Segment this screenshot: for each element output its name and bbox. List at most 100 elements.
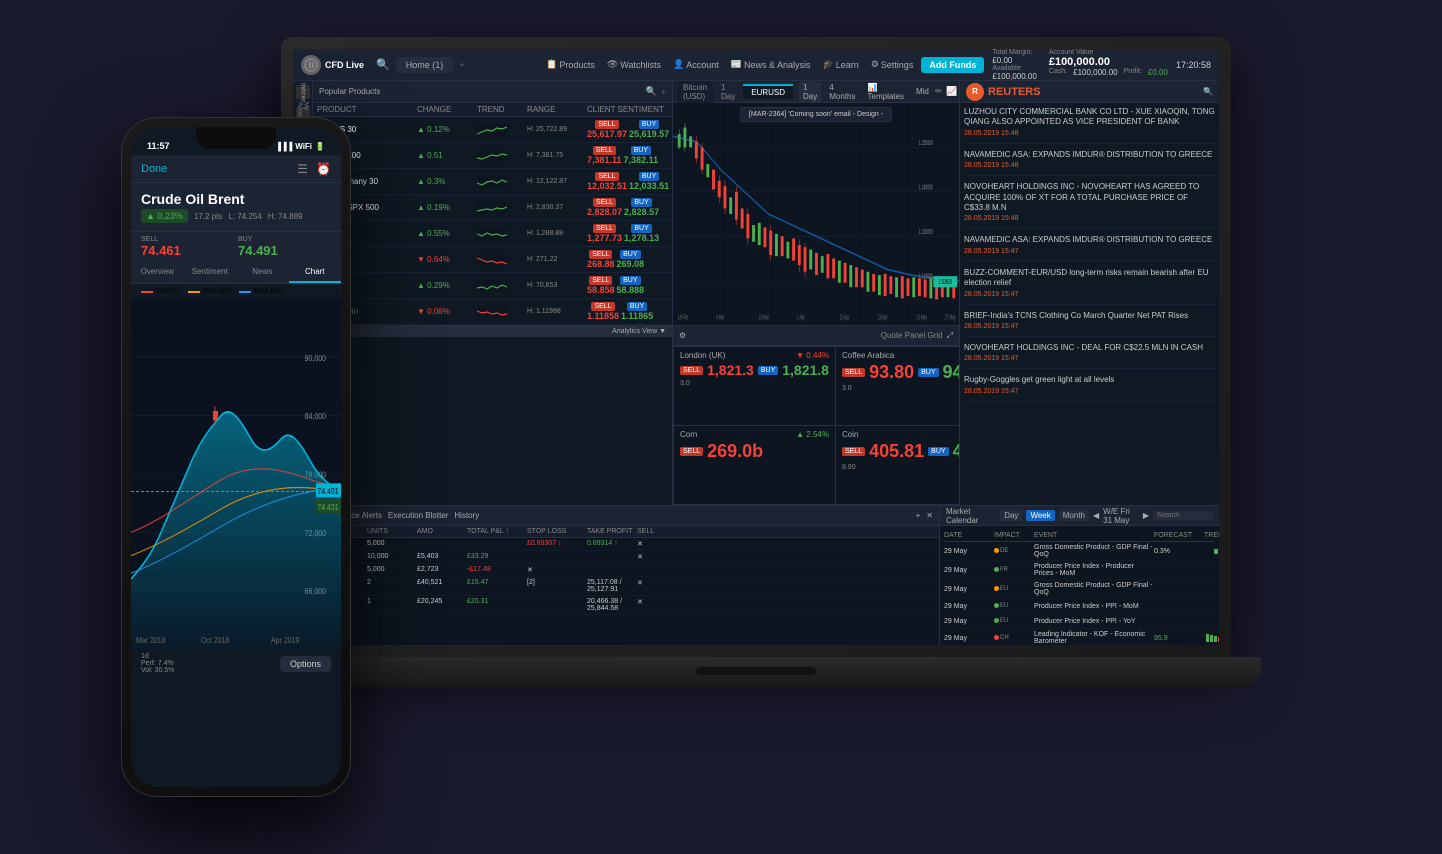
oil-sell-btn[interactable]: SELL [589,276,612,285]
orders-add-icon[interactable]: + [916,511,921,520]
product-row-spx500[interactable]: US SPX 500 ▲ 0.19% H: 2,830.37 SELL [313,195,672,221]
product-row-germany30[interactable]: Germany 30 ▲ 0.3% H: 12,122.87 SELL [313,169,672,195]
mid-btn[interactable]: Mid [912,86,933,97]
london-buy-btn[interactable]: BUY [758,366,778,375]
add-funds-button[interactable]: Add Funds [921,57,984,73]
us30-buy-btn[interactable]: BUY [639,120,659,129]
quote-cell-corn[interactable]: Corn ▲ 2.54% SELL 269.0b [674,426,835,504]
phone-list-icon[interactable]: ☰ [297,162,308,176]
uk100-buy-btn[interactable]: BUY [631,146,651,155]
order-row-2[interactable]: 17 M... B 10,000 £5,403 £33.29 ✕ [293,551,939,564]
gold-sell-btn[interactable]: SELL [593,224,616,233]
week-btn[interactable]: Week [1026,510,1054,521]
bitcoin-tab[interactable]: Bitcoin (USD) [677,81,713,103]
spx500-tab[interactable]: 1 Day [715,81,741,103]
phone-options-btn[interactable]: Options [280,656,331,672]
timeframe-1d[interactable]: 1 Day [799,82,821,102]
bitcoin-sell-btn[interactable]: SELL [591,302,614,311]
product-row-6[interactable]: Silver ▼ 0.64% H: 271.22 SELL 268.88 [313,247,672,273]
product-row-us30[interactable]: US 30 ▲ 0.12% H: 25,722.89 SELL [313,117,672,143]
nav-account[interactable]: 👤 Account [673,59,719,70]
nav-watchlists[interactable]: 👁 Watchlists [607,59,661,70]
news-item-3[interactable]: NOVOHEART HOLDINGS INC - NOVOHEART HAS A… [964,182,1215,229]
calendar-next[interactable]: ▶ [1143,511,1149,520]
news-item-5[interactable]: BUZZ-COMMENT-EUR/USD long-term risks rem… [964,268,1215,305]
spx500-buy-btn[interactable]: BUY [631,198,651,207]
draw-icon[interactable]: ✏ [935,86,943,97]
quote-grid-controls[interactable]: ⚙ [679,331,686,340]
coin-buy-btn[interactable]: BUY [928,447,948,456]
phone-tab-sentiment[interactable]: Sentiment [184,262,237,283]
news-item-8[interactable]: Rugby-Goggles get green light at all lev… [964,375,1215,401]
search-icon[interactable]: 🔍 [376,58,390,71]
history-tab[interactable]: History [454,511,479,520]
product-row-5[interactable]: Gold ▲ 0.55% H: 1,288.88 SELL [313,221,672,247]
corn-sell-btn[interactable]: SELL [680,447,703,456]
silver-buy-btn[interactable]: BUY [620,250,640,259]
quote-cell-coffee-arabica[interactable]: Coffee Arabica ▲ 3.33% SELL 93.80 BUY 94… [836,347,959,425]
oil-buy-btn[interactable]: BUY [620,276,640,285]
templates-btn[interactable]: 📊 Templates [864,82,908,102]
quote-cell-london[interactable]: London (UK) ▼ 0.44% SELL 1,821.3 BUY 1,8… [674,347,835,425]
eurusd-tab[interactable]: EURUSD [743,84,793,99]
news-item-7[interactable]: NOVOHEART HOLDINGS INC - DEAL FOR C$22.5… [964,343,1215,369]
gold-buy-btn[interactable]: BUY [631,224,651,233]
news-item-4[interactable]: NAVAMEDIC ASA: EXPANDS IMDUR® DISTRIBUTI… [964,235,1215,261]
silver-sell-btn[interactable]: SELL [589,250,612,259]
calendar-row-6[interactable]: 29 May CH Leading Indicator - KOF - Econ… [944,629,1215,645]
tab-add-icon[interactable]: + [455,57,468,73]
coin-sell-btn[interactable]: SELL [842,447,865,456]
day-btn[interactable]: Day [1000,510,1022,521]
calendar-row-2[interactable]: 29 May FR Producer Price Index - Produce… [944,561,1215,580]
order-row-1[interactable]: [2] B 5,000 £0.69307 ↓ 0.69314 ↑ ✕ [293,538,939,551]
spx500-sell-btn[interactable]: SELL [593,198,616,207]
uk100-sell-btn[interactable]: SELL [593,146,616,155]
timeframe-4m[interactable]: 4 Months [825,82,859,102]
nav-settings[interactable]: ⚙ Settings [871,59,914,70]
phone-alarm-icon[interactable]: ⏰ [316,162,331,176]
phone-done-btn[interactable]: Done [141,163,167,175]
order-row-4[interactable]: 15:32 B 2 £40,521 £15.47 [2] 25,117.08 /… [293,577,939,596]
germany30-buy-btn[interactable]: BUY [639,172,659,181]
month-btn[interactable]: Month [1059,510,1089,521]
calendar-row-5[interactable]: 29 May EU Producer Price Index - PPI - Y… [944,614,1215,629]
germany30-sell-btn[interactable]: SELL [595,172,618,181]
london-sell-btn[interactable]: SELL [680,366,703,375]
order-row-5[interactable]: 11:47 B 1 £20,245 £20.31 20,466.38 / 25,… [293,596,939,615]
calendar-search-input[interactable] [1153,511,1213,520]
us30-sell-btn[interactable]: SELL [595,120,618,129]
product-row-7[interactable]: Brent Oil ▲ 0.29% H: 70,653 SELL 58.858 [313,273,672,299]
nav-news[interactable]: 📰 News & Analysis [731,59,811,70]
calendar-row-1[interactable]: 29 May DE Gross Domestic Product - GDP F… [944,542,1215,561]
phone-tab-overview[interactable]: Overview [131,262,184,283]
eurusd-chart[interactable]: 1.150000 1.140000 1.130000 1.120000 1.11… [673,103,959,325]
news-item-1[interactable]: LUZHOU CITY COMMERCIAL BANK CO LTD - XUE… [964,107,1215,144]
coffee-arabica-buy-btn[interactable]: BUY [918,368,938,377]
bitcoin-buy-btn[interactable]: BUY [627,302,647,311]
phone-tab-news[interactable]: News [236,262,289,283]
analytics-view[interactable]: Analytics View ▼ [313,325,672,337]
news-item-6[interactable]: BRIEF-India's TCNS Clothing Co March Qua… [964,311,1215,337]
calendar-row-4[interactable]: 29 May EU Producer Price Index - PPI - M… [944,599,1215,614]
product-row-uk100[interactable]: UK 100 ▲ 0.51 H: 7,381.75 SELL [313,143,672,169]
calendar-prev[interactable]: ◀ [1093,511,1099,520]
quote-grid-expand[interactable]: ⤢ [947,331,953,341]
calendar-row-3[interactable]: 29 May EU Gross Domestic Product - GDP F… [944,580,1215,599]
sidebar-indices[interactable]: Indices [296,85,310,99]
coffee-arabica-sell-btn[interactable]: SELL [842,368,865,377]
product-row-bitcoin[interactable]: B Bitcoin ▼ 0.06% H: 1.11988 [313,299,672,325]
indicator-icon[interactable]: 📈 [946,86,957,97]
execution-blotter-tab[interactable]: Execution Blotter [388,511,448,520]
order-row-3[interactable]: [2] S 5,000 £2,723 -£17.48 ✕ [293,564,939,577]
orders-close-icon[interactable]: ✕ [926,511,933,520]
news-item-2[interactable]: NAVAMEDIC ASA: EXPANDS IMDUR® DISTRIBUTI… [964,150,1215,176]
products-add-icon[interactable]: + [661,87,666,97]
nav-learn[interactable]: 🎓 Learn [822,59,858,70]
phone-tab-chart[interactable]: Chart [289,262,342,283]
products-search-icon[interactable]: 🔍 [646,86,657,97]
phone-chart-area[interactable]: 90,000 84,000 78,000 72,000 66,000 [131,299,341,649]
quote-cell-coin[interactable]: Coin ▲ SELL 405.81 BUY 406.71 [836,426,959,504]
reuters-search-icon[interactable]: 🔍 [1203,87,1213,96]
nav-products[interactable]: 📋 Products [546,59,595,70]
home-tab[interactable]: Home (1) [396,57,454,73]
